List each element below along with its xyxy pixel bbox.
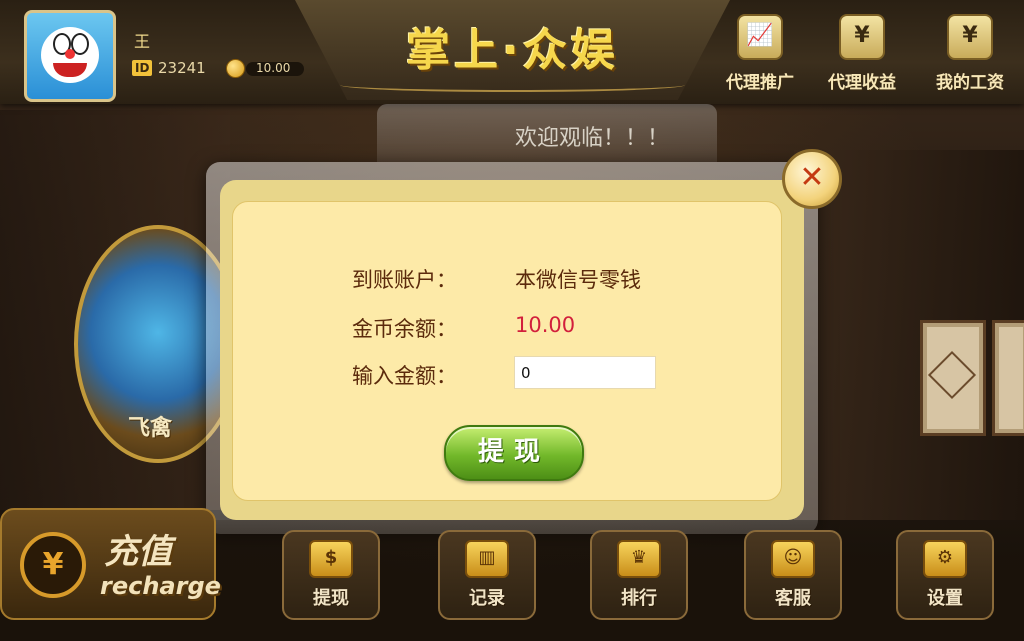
background-window-panel <box>992 320 1024 436</box>
gear-icon: ⚙ <box>923 540 967 578</box>
agent-earnings-label: 代理收益 <box>828 73 896 93</box>
nav-support-button[interactable]: ☺ 客服 <box>744 530 842 620</box>
avatar[interactable] <box>24 10 116 102</box>
nav-record-button[interactable]: ▥ 记录 <box>438 530 536 620</box>
agent-promotion-label: 代理推广 <box>726 73 794 93</box>
recharge-title: 充值 <box>104 532 172 572</box>
nav-withdraw-button[interactable]: $ 提现 <box>282 530 380 620</box>
nav-settings-button[interactable]: ⚙ 设置 <box>896 530 994 620</box>
nav-ranking-button[interactable]: ♛ 排行 <box>590 530 688 620</box>
withdraw-icon: $ <box>309 540 353 578</box>
amount-input[interactable] <box>514 356 656 389</box>
username: 王 <box>134 32 151 51</box>
balance-value: 10.00 <box>515 313 576 337</box>
my-salary-button[interactable]: ¥ 我的工资 <box>922 14 1018 98</box>
user-id: 23241 <box>158 59 206 77</box>
background-building-right <box>794 150 1024 520</box>
receipt-icon: ¥ <box>947 14 993 60</box>
recharge-subtitle: recharge <box>100 572 221 600</box>
agent-promotion-button[interactable]: 📈 代理推广 <box>712 14 808 98</box>
close-icon[interactable]: ✕ <box>782 149 842 209</box>
account-label: 到账账户： <box>352 268 457 292</box>
support-icon: ☺ <box>771 540 815 578</box>
nav-support-label: 客服 <box>775 588 811 609</box>
money-bag-icon: ¥ <box>839 14 885 60</box>
nav-withdraw-label: 提现 <box>313 588 349 609</box>
withdraw-submit-button[interactable]: 提现 <box>444 425 584 481</box>
balance-label: 金币余额： <box>352 317 457 341</box>
yen-coin-icon: ¥ <box>20 532 86 598</box>
title-ornament <box>340 78 685 92</box>
id-badge: ID <box>132 60 153 76</box>
game-label: 飞禽 <box>128 416 173 441</box>
agent-earnings-button[interactable]: ¥ 代理收益 <box>814 14 910 98</box>
coin-icon <box>226 59 245 78</box>
coin-balance: 10.00 <box>256 61 291 75</box>
app-title: 掌上·众娱 <box>406 25 619 76</box>
nav-record-label: 记录 <box>469 588 505 609</box>
amount-label: 输入金额： <box>352 364 457 388</box>
record-icon: ▥ <box>465 540 509 578</box>
chart-icon: 📈 <box>737 14 783 60</box>
background-window-panel <box>920 320 986 436</box>
nav-settings-label: 设置 <box>927 588 963 609</box>
nav-ranking-label: 排行 <box>621 588 657 609</box>
marquee-text: 欢迎观临！！！ <box>515 126 670 151</box>
account-value: 本微信号零钱 <box>515 268 641 292</box>
my-salary-label: 我的工资 <box>936 73 1004 93</box>
crown-icon: ♛ <box>617 540 661 578</box>
